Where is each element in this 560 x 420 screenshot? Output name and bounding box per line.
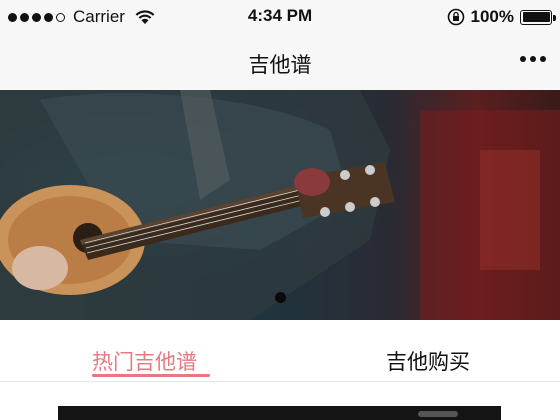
battery-icon [520,9,556,25]
rotation-lock-icon [447,8,464,26]
more-dots-icon[interactable] [520,56,546,62]
tab-hot-guitar-tabs[interactable]: 热门吉他谱 [92,346,197,376]
banner-image [0,90,560,320]
page-title: 吉他谱 [248,53,312,77]
list-item-thumbnail[interactable] [58,406,501,420]
battery-level [522,12,550,22]
navigation-bar: 吉他谱 [0,34,560,90]
thumbnail-detail [418,411,458,417]
battery-percent: 100% [470,7,514,26]
active-tab-indicator [92,374,210,377]
more-dot [540,56,546,62]
carousel-indicator-dot[interactable] [275,292,286,303]
status-right: 100% [447,6,556,28]
banner-carousel[interactable] [0,90,560,320]
more-dot [520,56,526,62]
tab-guitar-purchase[interactable]: 吉他购买 [386,346,470,376]
more-dot [530,56,536,62]
status-bar: Carrier 4:34 PM 100% [0,0,560,34]
battery-cap [553,14,556,21]
tab-bar: 热门吉他谱 吉他购买 [0,320,560,382]
